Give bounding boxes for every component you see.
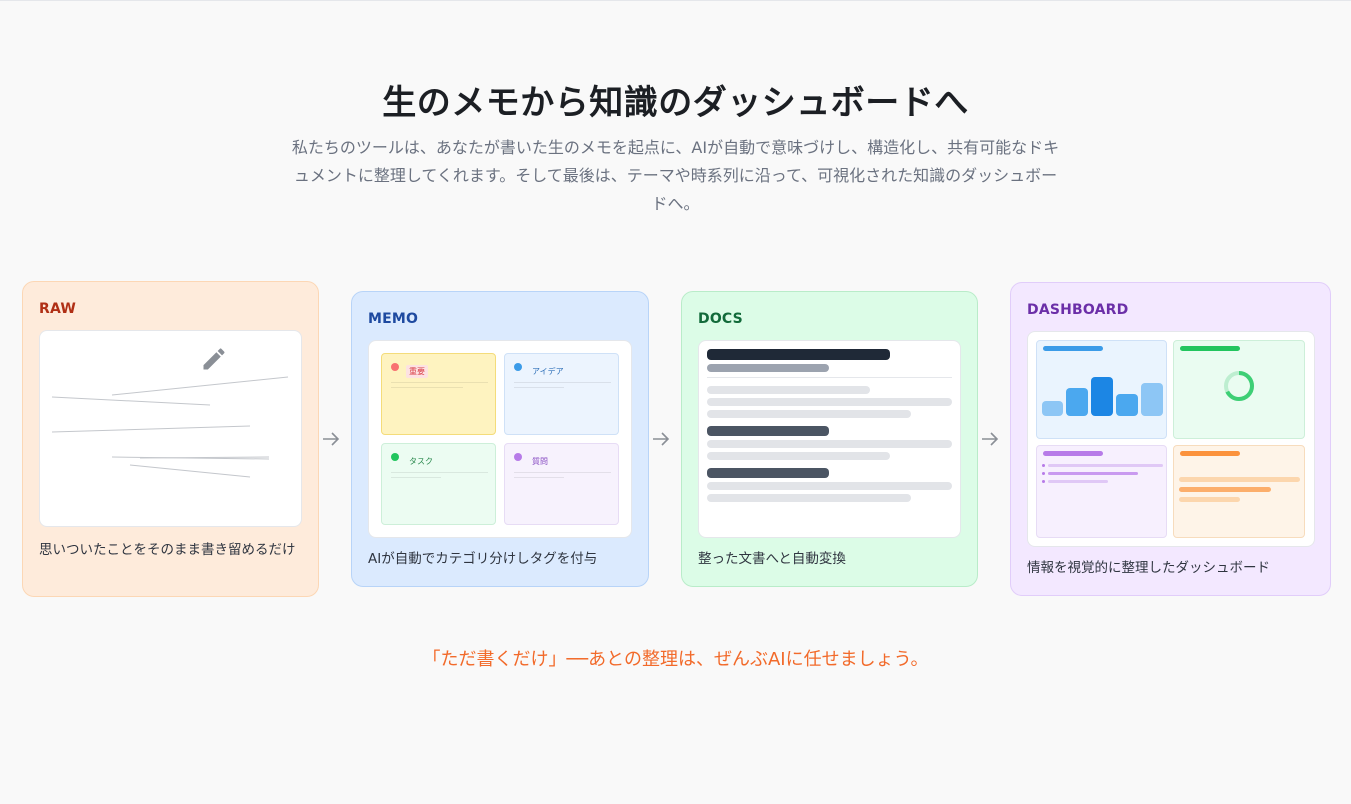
doc-subtitle-bar [707,364,829,372]
raw-card-caption: 思いついたことをそのまま書き留めるだけ [39,542,296,558]
scribble-lines [51,376,289,478]
arrow-right-icon [323,432,340,446]
note-question: 質問 [504,443,619,525]
doc-title-bar [707,349,890,360]
page-title: 生のメモから知識のダッシュボードへ [382,83,969,123]
arrow-right-icon [653,432,670,446]
progress-bars-widget [1173,445,1305,538]
page-description: 私たちのツールは、あなたが書いた生のメモを起点に、AIが自動で意味づけし、構造化… [291,138,1060,213]
note-tag: アイデア [532,367,564,376]
progress-ring-icon [1224,371,1254,401]
dashboard-card-caption: 情報を視覚的に整理したダッシュボード [1027,560,1270,576]
note-tag: 質問 [532,457,548,466]
tagline: 「ただ書くだけ」──あとの整理は、ぜんぶAIに任せましょう。 [422,649,929,670]
doc-heading-bar [707,468,829,478]
docs-card: DOCS 整った文書へと自動変換 [681,291,978,587]
doc-heading-bar [707,426,829,436]
raw-card-label: RAW [39,301,77,317]
note-important: 重要 [381,353,496,435]
memo-notes-panel: 重要 アイデア タスク 質問 [368,340,632,538]
note-dot [391,453,399,461]
raw-card: RAW 思いついたことをそのまま書き留めるだけ [22,281,319,597]
memo-card-label: MEMO [368,311,419,327]
dashboard-card-label: DASHBOARD [1027,302,1129,318]
bar-chart-widget [1036,340,1167,439]
note-tag: 重要 [406,365,428,378]
pencil-icon [200,345,228,377]
raw-scribble-panel [39,330,302,527]
docs-card-label: DOCS [698,311,743,327]
note-dot [514,453,522,461]
arrow-right-icon [982,432,999,446]
note-tag: タスク [409,457,433,466]
progress-ring-widget [1173,340,1305,439]
list-widget [1036,445,1167,538]
dashboard-card: DASHBOARD 情報を視覚的に整理したダッシュボード [1010,282,1331,596]
docs-document-panel [698,340,961,538]
note-dot [391,363,399,371]
note-dot [514,363,522,371]
memo-card: MEMO 重要 アイデア タスク 質問 AIが自動でカテゴリ分けしタグを付与 [351,291,649,587]
dashboard-panel [1027,331,1315,547]
note-task: タスク [381,443,496,525]
docs-card-caption: 整った文書へと自動変換 [698,551,846,567]
note-idea: アイデア [504,353,619,435]
memo-card-caption: AIが自動でカテゴリ分けしタグを付与 [368,551,598,567]
